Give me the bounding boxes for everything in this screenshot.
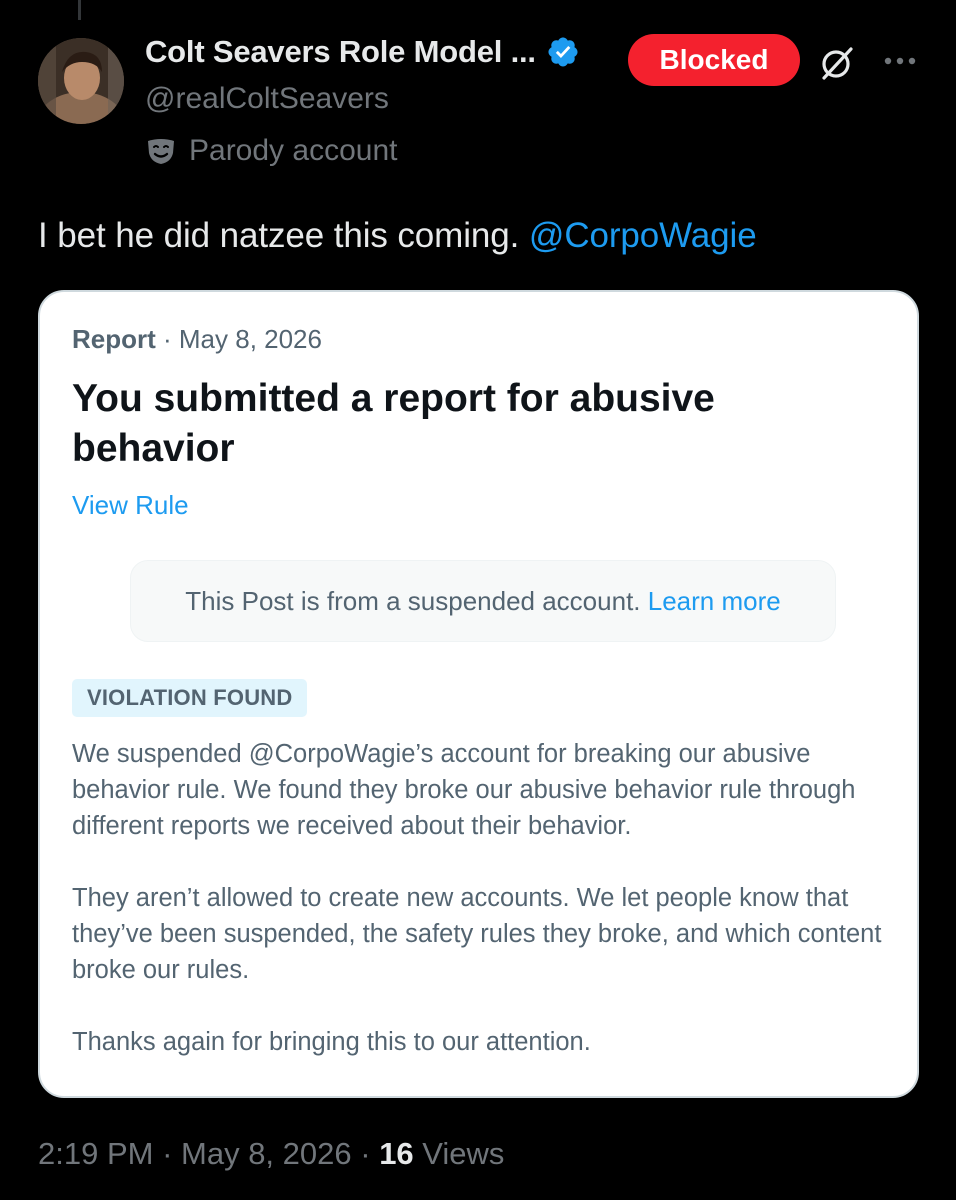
author-display-name[interactable]: Colt Seavers Role Model ... xyxy=(145,34,536,70)
learn-more-link[interactable]: Learn more xyxy=(648,586,781,616)
theater-mask-icon xyxy=(145,135,177,167)
parody-label-row: Parody account xyxy=(145,134,397,168)
footer-separator: · xyxy=(351,1136,380,1171)
thread-connector-line xyxy=(78,0,81,20)
post-date[interactable]: May 8, 2026 xyxy=(181,1136,352,1171)
avatar[interactable] xyxy=(38,38,124,124)
parody-account-label: Parody account xyxy=(189,134,398,167)
blocked-button[interactable]: Blocked xyxy=(628,34,800,86)
more-icon[interactable] xyxy=(880,46,920,76)
card-meta-date: May 8, 2026 xyxy=(178,324,322,354)
author-handle[interactable]: @realColtSeavers xyxy=(145,82,389,116)
post-time[interactable]: 2:19 PM xyxy=(38,1136,153,1171)
card-paragraph: They aren’t allowed to create new accoun… xyxy=(72,884,882,984)
card-paragraph: Thanks again for bringing this to our at… xyxy=(72,1028,591,1056)
grok-icon[interactable] xyxy=(818,44,856,82)
report-screenshot-card[interactable]: Report · May 8, 2026 You submitted a rep… xyxy=(38,290,919,1098)
views-count: 16 xyxy=(379,1136,414,1171)
mention-link[interactable]: @CorpoWagie xyxy=(529,216,757,255)
card-paragraph: We suspended @CorpoWagie’s account for b… xyxy=(72,740,856,840)
author-name-row: Colt Seavers Role Model ... xyxy=(145,34,580,70)
suspended-notice-text: This Post is from a suspended account. L… xyxy=(185,586,780,617)
card-meta: Report · May 8, 2026 xyxy=(72,324,322,355)
suspended-notice-label: This Post is from a suspended account. xyxy=(185,585,648,616)
verified-badge-icon xyxy=(546,35,580,69)
card-meta-type: Report xyxy=(72,324,156,354)
view-rule-link[interactable]: View Rule xyxy=(72,490,189,521)
card-meta-separator: · xyxy=(155,324,179,354)
post-body-text: I bet he did natzee this coming. xyxy=(38,216,529,255)
card-title: You submitted a report for abusive behav… xyxy=(72,377,715,470)
views-label: Views xyxy=(413,1136,505,1171)
footer-separator: · xyxy=(153,1136,182,1171)
avatar-image xyxy=(38,38,124,124)
post-footer: 2:19 PM · May 8, 2026 · 16 Views xyxy=(38,1136,504,1172)
post-text: I bet he did natzee this coming. @CorpoW… xyxy=(38,216,757,256)
suspended-notice: This Post is from a suspended account. L… xyxy=(130,560,836,642)
violation-badge: VIOLATION FOUND xyxy=(72,679,308,717)
